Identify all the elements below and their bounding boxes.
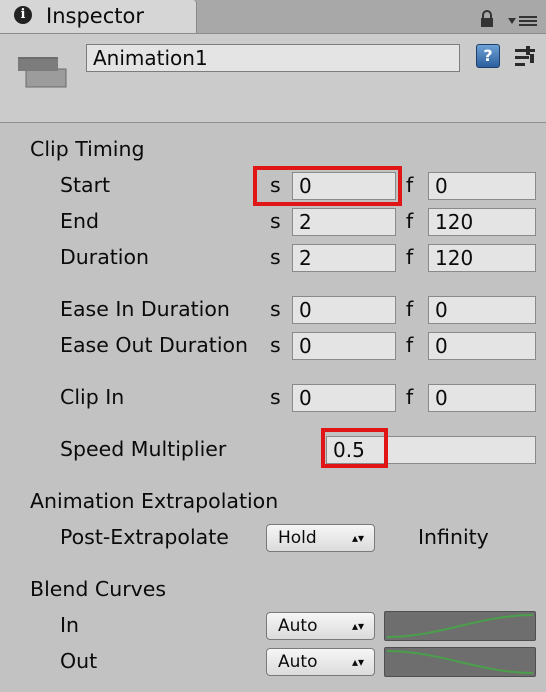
end-frames-field[interactable]: 120 [428,208,536,236]
timeline-clip-icon [18,57,67,88]
blend-out-label: Out [60,649,98,673]
end-label: End [60,209,99,233]
duration-seconds-unit: s [270,245,281,269]
post-extrapolate-result: Infinity [418,525,489,549]
blend-out-value: Auto [278,652,318,672]
ease-in-seconds-unit: s [270,297,281,321]
end-seconds-unit: s [270,209,281,233]
help-icon[interactable]: ? [476,44,500,68]
info-icon: i [14,6,32,24]
end-frames-unit: f [406,209,414,233]
blend-out-curve-preview[interactable] [384,647,536,677]
speed-multiplier-label: Speed Multiplier [60,437,227,461]
asset-name-field[interactable]: Animation1 [86,44,460,72]
ease-in-seconds-field[interactable]: 0 [292,296,396,324]
post-extrapolate-dropdown[interactable]: Hold ▴▾ [266,524,375,552]
duration-label: Duration [60,245,150,269]
clip-timing-heading: Clip Timing [30,137,145,161]
ease-out-curve-icon [386,650,534,674]
ease-in-curve-icon [386,614,534,638]
ease-out-frames-unit: f [406,333,414,357]
start-highlight-box [253,166,402,206]
blend-in-label: In [60,613,80,637]
duration-frames-field[interactable]: 120 [428,244,536,272]
tab-inspector[interactable]: i Inspector [0,0,197,33]
dropdown-arrows-icon: ▴▾ [351,531,364,545]
start-label: Start [60,173,111,197]
ease-out-seconds-unit: s [270,333,281,357]
blend-in-curve-preview[interactable] [384,611,536,641]
clip-in-seconds-unit: s [270,385,281,409]
ease-out-duration-label: Ease Out Duration [60,333,249,357]
ease-in-frames-field[interactable]: 0 [428,296,536,324]
dropdown-arrows-icon: ▴▾ [351,655,364,669]
post-extrapolate-value: Hold [278,528,317,548]
duration-seconds-field[interactable]: 2 [292,244,396,272]
start-frames-field[interactable]: 0 [428,172,536,200]
tab-bar: i Inspector [0,0,546,34]
ease-out-seconds-field[interactable]: 0 [292,332,396,360]
speed-multiplier-highlight-box [321,428,388,468]
ease-in-duration-label: Ease In Duration [60,297,230,321]
tab-title: Inspector [46,4,144,28]
blend-curves-heading: Blend Curves [30,577,167,601]
settings-icon[interactable] [513,45,537,69]
blend-out-dropdown[interactable]: Auto ▴▾ [266,648,375,676]
end-seconds-field[interactable]: 2 [292,208,396,236]
animation-extrapolation-heading: Animation Extrapolation [30,489,279,513]
clip-in-label: Clip In [60,385,125,409]
blend-in-dropdown[interactable]: Auto ▴▾ [266,612,375,640]
ease-in-frames-unit: f [406,297,414,321]
tab-menu-icon[interactable] [507,14,539,28]
clip-in-frames-field[interactable]: 0 [428,384,536,412]
ease-out-frames-field[interactable]: 0 [428,332,536,360]
post-extrapolate-label: Post-Extrapolate [60,525,229,549]
blend-in-value: Auto [278,616,318,636]
start-frames-unit: f [406,173,414,197]
clip-in-seconds-field[interactable]: 0 [292,384,396,412]
dropdown-arrows-icon: ▴▾ [351,619,364,633]
clip-in-frames-unit: f [406,385,414,409]
lock-icon[interactable] [480,10,494,28]
duration-frames-unit: f [406,245,414,269]
